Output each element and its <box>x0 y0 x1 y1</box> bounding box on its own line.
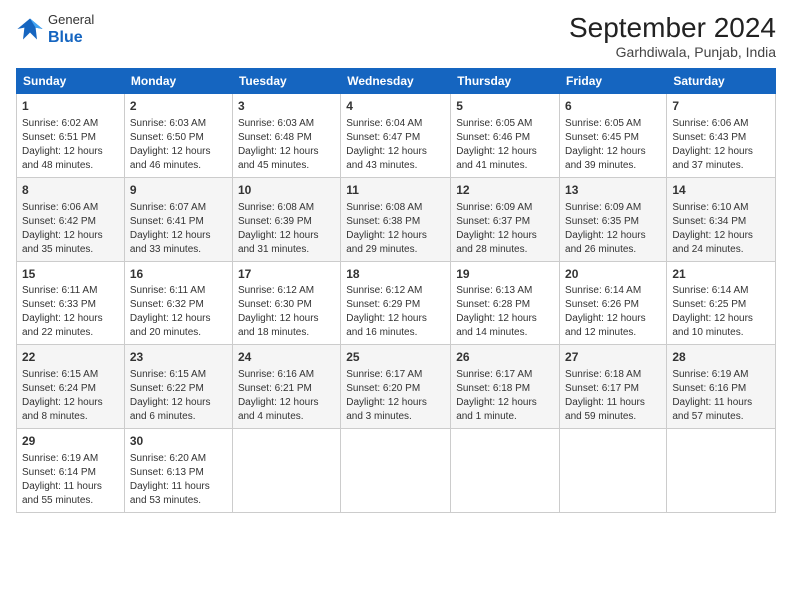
table-row: 1Sunrise: 6:02 AMSunset: 6:51 PMDaylight… <box>17 94 125 178</box>
logo-line1: General <box>48 12 94 28</box>
table-row: 30Sunrise: 6:20 AMSunset: 6:13 PMDayligh… <box>124 429 232 513</box>
table-row: 7Sunrise: 6:06 AMSunset: 6:43 PMDaylight… <box>667 94 776 178</box>
table-row: 5Sunrise: 6:05 AMSunset: 6:46 PMDaylight… <box>451 94 560 178</box>
table-row: 19Sunrise: 6:13 AMSunset: 6:28 PMDayligh… <box>451 261 560 345</box>
logo: General Blue <box>16 12 94 47</box>
table-row: 11Sunrise: 6:08 AMSunset: 6:38 PMDayligh… <box>341 177 451 261</box>
calendar-table: SundayMondayTuesdayWednesdayThursdayFrid… <box>16 68 776 513</box>
calendar-body: 1Sunrise: 6:02 AMSunset: 6:51 PMDaylight… <box>17 94 776 513</box>
table-row: 21Sunrise: 6:14 AMSunset: 6:25 PMDayligh… <box>667 261 776 345</box>
table-row <box>560 429 667 513</box>
header-day-monday: Monday <box>124 69 232 94</box>
table-row: 29Sunrise: 6:19 AMSunset: 6:14 PMDayligh… <box>17 429 125 513</box>
logo-text: General Blue <box>48 12 94 47</box>
table-row: 28Sunrise: 6:19 AMSunset: 6:16 PMDayligh… <box>667 345 776 429</box>
header-day-thursday: Thursday <box>451 69 560 94</box>
header: General Blue September 2024 Garhdiwala, … <box>16 12 776 60</box>
location: Garhdiwala, Punjab, India <box>569 44 776 60</box>
month-title: September 2024 <box>569 12 776 44</box>
table-row <box>451 429 560 513</box>
table-row: 17Sunrise: 6:12 AMSunset: 6:30 PMDayligh… <box>232 261 340 345</box>
table-row: 24Sunrise: 6:16 AMSunset: 6:21 PMDayligh… <box>232 345 340 429</box>
table-row: 25Sunrise: 6:17 AMSunset: 6:20 PMDayligh… <box>341 345 451 429</box>
logo-icon <box>16 15 44 43</box>
table-row: 22Sunrise: 6:15 AMSunset: 6:24 PMDayligh… <box>17 345 125 429</box>
table-row: 26Sunrise: 6:17 AMSunset: 6:18 PMDayligh… <box>451 345 560 429</box>
table-row: 16Sunrise: 6:11 AMSunset: 6:32 PMDayligh… <box>124 261 232 345</box>
table-row: 27Sunrise: 6:18 AMSunset: 6:17 PMDayligh… <box>560 345 667 429</box>
header-day-sunday: Sunday <box>17 69 125 94</box>
table-row: 4Sunrise: 6:04 AMSunset: 6:47 PMDaylight… <box>341 94 451 178</box>
table-row: 12Sunrise: 6:09 AMSunset: 6:37 PMDayligh… <box>451 177 560 261</box>
page-container: General Blue September 2024 Garhdiwala, … <box>0 0 792 521</box>
table-row: 2Sunrise: 6:03 AMSunset: 6:50 PMDaylight… <box>124 94 232 178</box>
header-day-tuesday: Tuesday <box>232 69 340 94</box>
table-row: 15Sunrise: 6:11 AMSunset: 6:33 PMDayligh… <box>17 261 125 345</box>
table-row: 6Sunrise: 6:05 AMSunset: 6:45 PMDaylight… <box>560 94 667 178</box>
logo-line2: Blue <box>48 28 94 47</box>
table-row: 9Sunrise: 6:07 AMSunset: 6:41 PMDaylight… <box>124 177 232 261</box>
table-row <box>341 429 451 513</box>
title-block: September 2024 Garhdiwala, Punjab, India <box>569 12 776 60</box>
table-row <box>667 429 776 513</box>
table-row: 3Sunrise: 6:03 AMSunset: 6:48 PMDaylight… <box>232 94 340 178</box>
table-row: 23Sunrise: 6:15 AMSunset: 6:22 PMDayligh… <box>124 345 232 429</box>
table-row: 20Sunrise: 6:14 AMSunset: 6:26 PMDayligh… <box>560 261 667 345</box>
table-row: 18Sunrise: 6:12 AMSunset: 6:29 PMDayligh… <box>341 261 451 345</box>
table-row: 8Sunrise: 6:06 AMSunset: 6:42 PMDaylight… <box>17 177 125 261</box>
table-row: 13Sunrise: 6:09 AMSunset: 6:35 PMDayligh… <box>560 177 667 261</box>
header-day-wednesday: Wednesday <box>341 69 451 94</box>
table-row: 10Sunrise: 6:08 AMSunset: 6:39 PMDayligh… <box>232 177 340 261</box>
header-day-friday: Friday <box>560 69 667 94</box>
table-row <box>232 429 340 513</box>
calendar-header: SundayMondayTuesdayWednesdayThursdayFrid… <box>17 69 776 94</box>
table-row: 14Sunrise: 6:10 AMSunset: 6:34 PMDayligh… <box>667 177 776 261</box>
header-day-saturday: Saturday <box>667 69 776 94</box>
